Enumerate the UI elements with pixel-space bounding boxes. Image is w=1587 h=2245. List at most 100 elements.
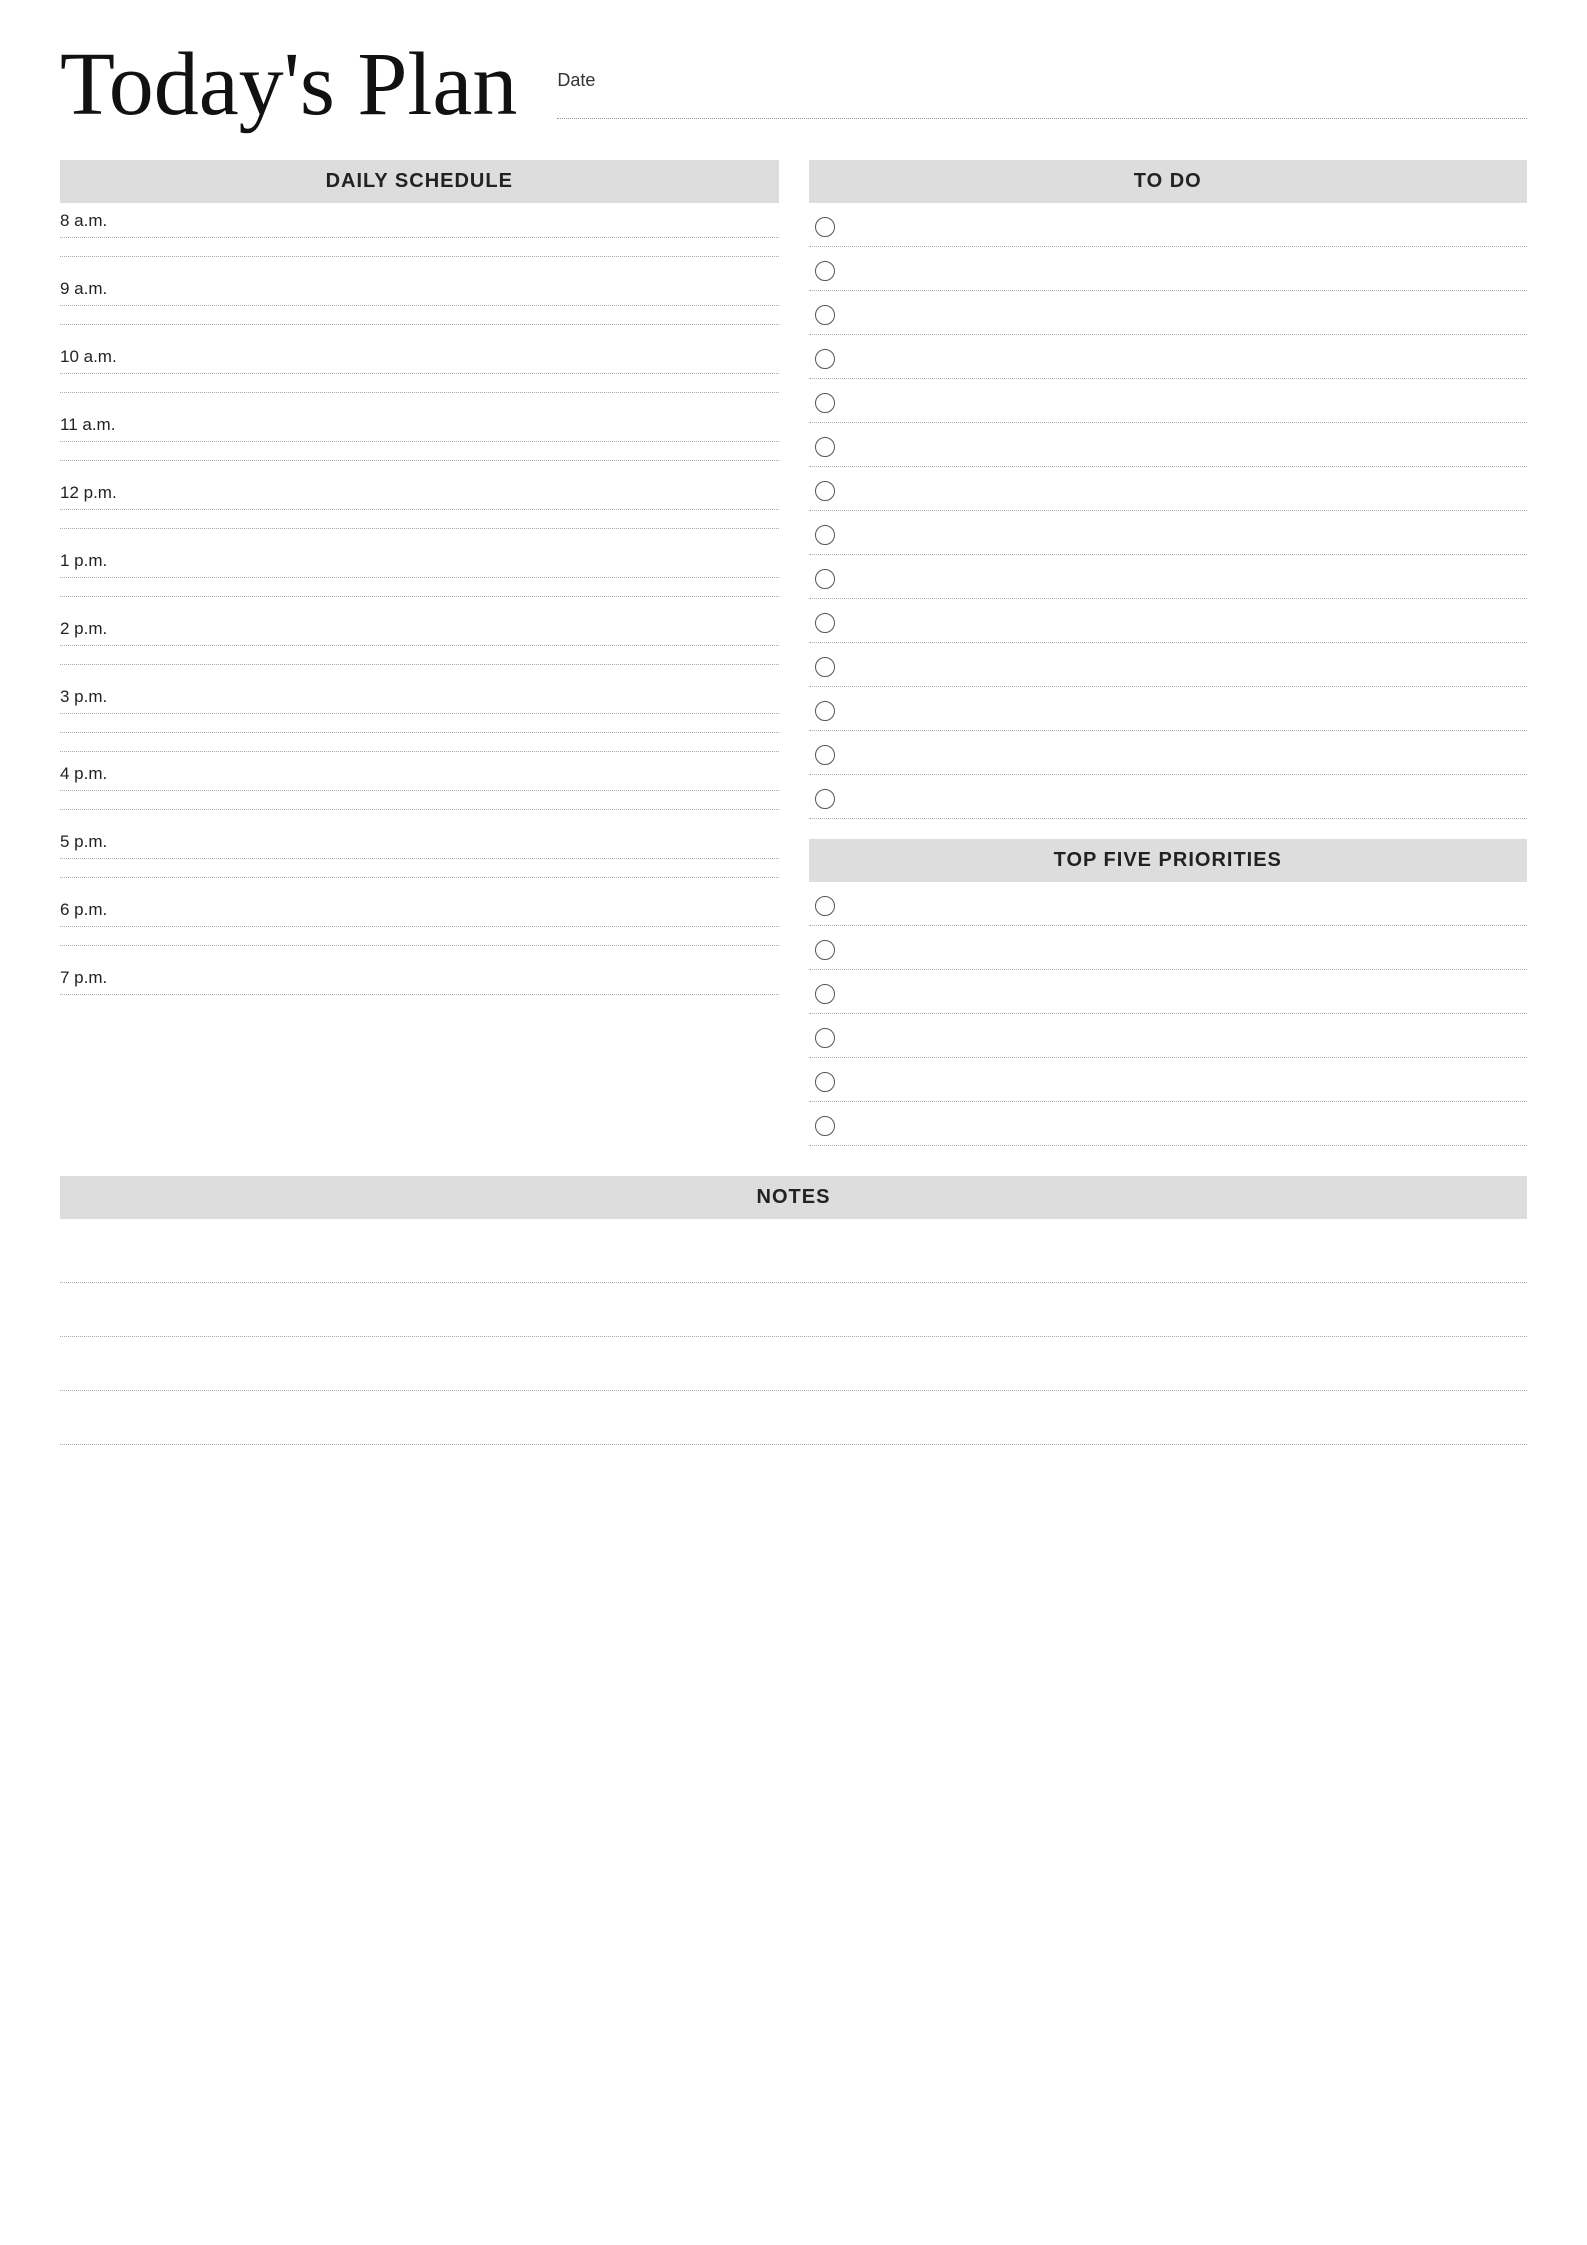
schedule-column: DAILY SCHEDULE 8 a.m. 9 a.m. 10 a.m. 11 … [60,160,779,1146]
todo-checkbox-8[interactable] [815,525,835,545]
todo-checkbox-12[interactable] [815,701,835,721]
todo-item-3[interactable] [809,291,1528,335]
header: Today's Plan Date [60,40,1527,130]
slot-line [60,751,779,752]
todo-item-5[interactable] [809,379,1528,423]
slot-line [60,994,779,995]
todo-item-6[interactable] [809,423,1528,467]
todo-item-10[interactable] [809,599,1528,643]
slot-line [60,877,779,878]
time-label-2pm: 2 p.m. [60,611,779,641]
todo-checkbox-6[interactable] [815,437,835,457]
slot-line [60,809,779,810]
schedule-slot-7pm: 7 p.m. [60,960,779,1028]
priority-item-5[interactable] [809,1058,1528,1102]
note-line-2[interactable] [60,1283,1527,1337]
priorities-section: TOP FIVE PRIORITIES [809,839,1528,1146]
todo-checkbox-10[interactable] [815,613,835,633]
todo-checkbox-13[interactable] [815,745,835,765]
time-label-12pm: 12 p.m. [60,475,779,505]
priority-item-6[interactable] [809,1102,1528,1146]
todo-checkbox-1[interactable] [815,217,835,237]
date-label: Date [557,70,1527,91]
todo-item-9[interactable] [809,555,1528,599]
todo-checkbox-3[interactable] [815,305,835,325]
todo-item-8[interactable] [809,511,1528,555]
slot-line [60,392,779,393]
schedule-header: DAILY SCHEDULE [60,160,779,203]
priority-checkbox-2[interactable] [815,940,835,960]
priority-checkbox-4[interactable] [815,1028,835,1048]
time-label-7pm: 7 p.m. [60,960,779,990]
time-label-4pm: 4 p.m. [60,756,779,786]
time-label-1pm: 1 p.m. [60,543,779,573]
page-title: Today's Plan [60,40,517,130]
todo-section: TO DO [809,160,1528,819]
todo-checkbox-9[interactable] [815,569,835,589]
time-label-6pm: 6 p.m. [60,892,779,922]
slot-line [60,373,779,374]
priority-item-4[interactable] [809,1014,1528,1058]
priority-checkbox-3[interactable] [815,984,835,1004]
todo-item-4[interactable] [809,335,1528,379]
todo-item-11[interactable] [809,643,1528,687]
schedule-slot-5pm: 5 p.m. [60,824,779,892]
time-label-3pm: 3 p.m. [60,679,779,709]
date-area: Date [557,40,1527,119]
time-label-8am: 8 a.m. [60,203,779,233]
todo-item-14[interactable] [809,775,1528,819]
todo-checkbox-5[interactable] [815,393,835,413]
slot-line [60,645,779,646]
time-label-5pm: 5 p.m. [60,824,779,854]
todo-checkbox-11[interactable] [815,657,835,677]
schedule-slot-6pm: 6 p.m. [60,892,779,960]
note-line-4[interactable] [60,1391,1527,1445]
slot-line [60,596,779,597]
priority-checkbox-5[interactable] [815,1072,835,1092]
slot-line [60,509,779,510]
priority-item-1[interactable] [809,882,1528,926]
slot-line [60,324,779,325]
todo-header: TO DO [809,160,1528,203]
todo-item-13[interactable] [809,731,1528,775]
schedule-slot-11am: 11 a.m. [60,407,779,475]
schedule-slot-2pm: 2 p.m. [60,611,779,679]
todo-item-2[interactable] [809,247,1528,291]
right-column: TO DO [809,160,1528,1146]
schedule-slot-8am: 8 a.m. [60,203,779,271]
schedule-slot-4pm: 4 p.m. [60,756,779,824]
todo-item-12[interactable] [809,687,1528,731]
slot-line [60,664,779,665]
schedule-slot-9am: 9 a.m. [60,271,779,339]
priority-checkbox-6[interactable] [815,1116,835,1136]
todo-item-7[interactable] [809,467,1528,511]
note-line-1[interactable] [60,1229,1527,1283]
priority-item-3[interactable] [809,970,1528,1014]
priority-item-2[interactable] [809,926,1528,970]
schedule-slot-10am: 10 a.m. [60,339,779,407]
slot-line [60,577,779,578]
main-grid: DAILY SCHEDULE 8 a.m. 9 a.m. 10 a.m. 11 … [60,160,1527,1445]
slot-line [60,945,779,946]
time-label-11am: 11 a.m. [60,407,779,437]
todo-checkbox-14[interactable] [815,789,835,809]
slot-line [60,460,779,461]
priorities-header: TOP FIVE PRIORITIES [809,839,1528,882]
time-label-10am: 10 a.m. [60,339,779,369]
todo-item-1[interactable] [809,203,1528,247]
note-line-3[interactable] [60,1337,1527,1391]
notes-section: NOTES [60,1176,1527,1445]
todo-checkbox-4[interactable] [815,349,835,369]
slot-line [60,441,779,442]
slot-line [60,256,779,257]
schedule-slot-12pm: 12 p.m. [60,475,779,543]
notes-header: NOTES [60,1176,1527,1219]
slot-line [60,713,779,714]
notes-lines [60,1229,1527,1445]
date-input-line[interactable] [557,95,1527,119]
slot-line [60,305,779,306]
slot-line [60,926,779,927]
priority-checkbox-1[interactable] [815,896,835,916]
todo-checkbox-2[interactable] [815,261,835,281]
todo-checkbox-7[interactable] [815,481,835,501]
